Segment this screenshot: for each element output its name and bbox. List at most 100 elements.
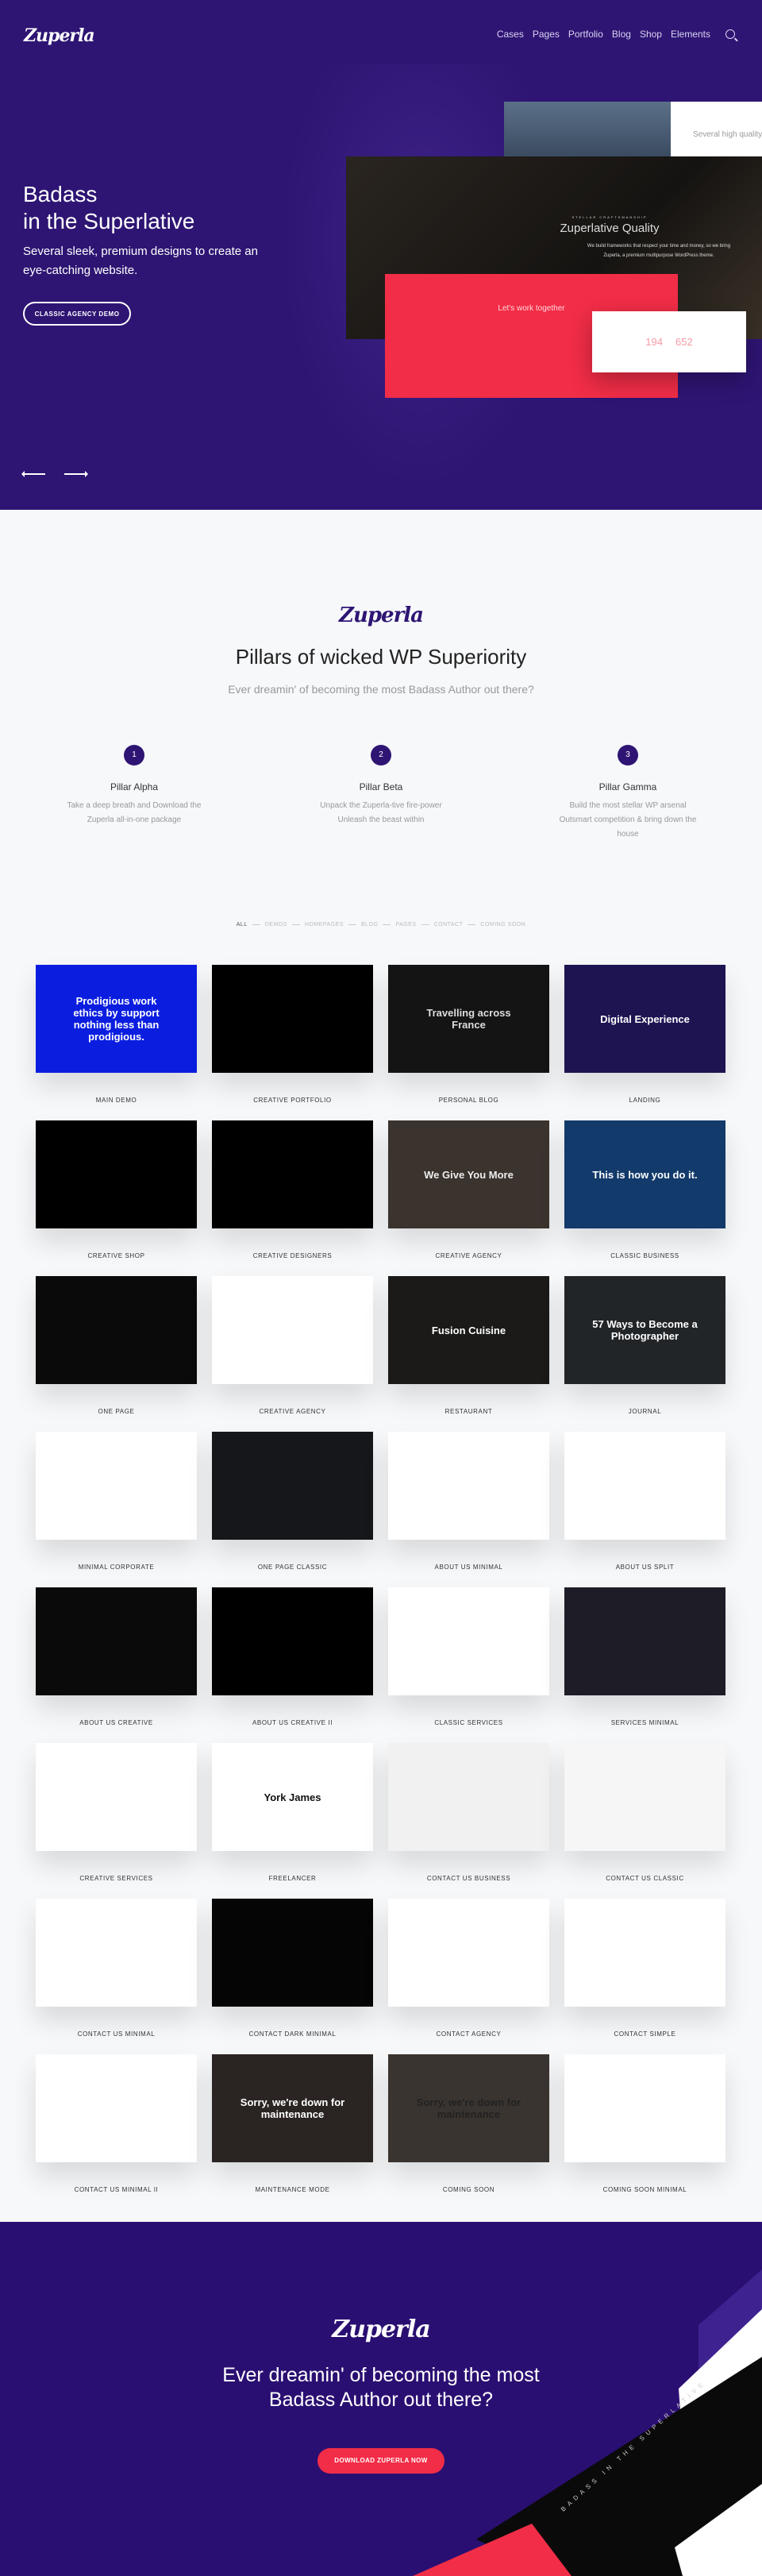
demo-label[interactable]: MAINTENANCE MODE: [212, 2186, 373, 2193]
demo-label[interactable]: ABOUT US MINIMAL: [388, 1564, 549, 1571]
nav-cases[interactable]: Cases: [497, 29, 524, 40]
demo-thumbnail[interactable]: Fusion Cuisine: [388, 1276, 549, 1384]
demo-card[interactable]: SERVICES MINIMAL: [564, 1587, 725, 1726]
classic-agency-demo-button[interactable]: CLASSIC AGENCY DEMO: [23, 302, 131, 326]
logo[interactable]: Zuperla: [24, 25, 95, 46]
filter-coming-soon[interactable]: COMING SOON: [480, 922, 525, 927]
demo-label[interactable]: CLASSIC BUSINESS: [564, 1252, 725, 1259]
demo-label[interactable]: ABOUT US CREATIVE II: [212, 1719, 373, 1726]
demo-card[interactable]: 57 Ways to Become a Photographer JOURNAL: [564, 1276, 725, 1415]
filter-contact[interactable]: CONTACT: [434, 922, 464, 927]
demo-card[interactable]: CREATIVE PORTFOLIO: [212, 965, 373, 1104]
demo-card[interactable]: Sorry, we're down for maintenance COMING …: [388, 2054, 549, 2193]
demo-thumbnail[interactable]: [564, 1899, 725, 2007]
demo-card[interactable]: CREATIVE DESIGNERS: [212, 1120, 373, 1259]
demo-thumbnail[interactable]: [36, 1432, 197, 1540]
demo-label[interactable]: CREATIVE AGENCY: [212, 1408, 373, 1415]
demo-thumbnail[interactable]: [388, 1587, 549, 1695]
demo-label[interactable]: CONTACT AGENCY: [388, 2030, 549, 2038]
demo-label[interactable]: PERSONAL BLOG: [388, 1097, 549, 1104]
demo-card[interactable]: Digital Experience LANDING: [564, 965, 725, 1104]
demo-thumbnail[interactable]: [36, 1743, 197, 1851]
demo-label[interactable]: CREATIVE AGENCY: [388, 1252, 549, 1259]
demo-thumbnail[interactable]: [212, 1432, 373, 1540]
demo-card[interactable]: Prodigious work ethics by support nothin…: [36, 965, 197, 1104]
demo-card[interactable]: CREATIVE SHOP: [36, 1120, 197, 1259]
demo-thumbnail[interactable]: [564, 1587, 725, 1695]
demo-thumbnail[interactable]: [36, 1899, 197, 2007]
demo-card[interactable]: ABOUT US CREATIVE: [36, 1587, 197, 1726]
demo-thumbnail[interactable]: [36, 2054, 197, 2162]
demo-label[interactable]: FREELANCER: [212, 1875, 373, 1882]
demo-label[interactable]: ABOUT US SPLIT: [564, 1564, 725, 1571]
demo-label[interactable]: ABOUT US CREATIVE: [36, 1719, 197, 1726]
demo-card[interactable]: CONTACT SIMPLE: [564, 1899, 725, 2038]
demo-label[interactable]: LANDING: [564, 1097, 725, 1104]
demo-thumbnail[interactable]: [212, 1120, 373, 1228]
demo-thumbnail[interactable]: [388, 1432, 549, 1540]
nav-blog[interactable]: Blog: [612, 29, 631, 40]
nav-pages[interactable]: Pages: [533, 29, 560, 40]
demo-label[interactable]: MAIN DEMO: [36, 1097, 197, 1104]
filter-all[interactable]: ALL: [237, 922, 248, 927]
demo-card[interactable]: CLASSIC SERVICES: [388, 1587, 549, 1726]
demo-thumbnail[interactable]: [564, 1743, 725, 1851]
demo-thumbnail[interactable]: [36, 1587, 197, 1695]
demo-thumbnail[interactable]: Digital Experience: [564, 965, 725, 1073]
nav-elements[interactable]: Elements: [671, 29, 710, 40]
demo-thumbnail[interactable]: [36, 1120, 197, 1228]
filter-homepages[interactable]: HOMEPAGES: [305, 922, 344, 927]
demo-thumbnail[interactable]: Travelling across France: [388, 965, 549, 1073]
demo-card[interactable]: Sorry, we're down for maintenance MAINTEN…: [212, 2054, 373, 2193]
demo-label[interactable]: CONTACT US MINIMAL: [36, 2030, 197, 2038]
demo-label[interactable]: CREATIVE DESIGNERS: [212, 1252, 373, 1259]
demo-card[interactable]: CONTACT US MINIMAL: [36, 1899, 197, 2038]
arrow-right-icon[interactable]: [64, 471, 88, 477]
demo-thumbnail[interactable]: [212, 965, 373, 1073]
demo-card[interactable]: ABOUT US CREATIVE II: [212, 1587, 373, 1726]
demo-card[interactable]: ONE PAGE CLASSIC: [212, 1432, 373, 1571]
demo-label[interactable]: COMING SOON MINIMAL: [564, 2186, 725, 2193]
demo-label[interactable]: COMING SOON: [388, 2186, 549, 2193]
demo-thumbnail[interactable]: [388, 1743, 549, 1851]
demo-thumbnail[interactable]: Sorry, we're down for maintenance: [212, 2054, 373, 2162]
demo-label[interactable]: SERVICES MINIMAL: [564, 1719, 725, 1726]
demo-card[interactable]: MINIMAL CORPORATE: [36, 1432, 197, 1571]
demo-label[interactable]: CREATIVE SHOP: [36, 1252, 197, 1259]
arrow-left-icon[interactable]: [21, 471, 45, 477]
demo-card[interactable]: Fusion Cuisine RESTAURANT: [388, 1276, 549, 1415]
download-button[interactable]: DOWNLOAD ZUPERLA NOW: [318, 2448, 444, 2474]
demo-label[interactable]: CREATIVE SERVICES: [36, 1875, 197, 1882]
demo-label[interactable]: RESTAURANT: [388, 1408, 549, 1415]
demo-card[interactable]: CREATIVE SERVICES: [36, 1743, 197, 1882]
demo-label[interactable]: CONTACT US MINIMAL II: [36, 2186, 197, 2193]
demo-label[interactable]: CONTACT SIMPLE: [564, 2030, 725, 2038]
demo-card[interactable]: This is how you do it. CLASSIC BUSINESS: [564, 1120, 725, 1259]
demo-card[interactable]: COMING SOON MINIMAL: [564, 2054, 725, 2193]
demo-label[interactable]: MINIMAL CORPORATE: [36, 1564, 197, 1571]
demo-label[interactable]: CONTACT US BUSINESS: [388, 1875, 549, 1882]
nav-portfolio[interactable]: Portfolio: [568, 29, 603, 40]
demo-label[interactable]: CONTACT DARK MINIMAL: [212, 2030, 373, 2038]
demo-thumbnail[interactable]: [212, 1587, 373, 1695]
demo-card[interactable]: Travelling across France PERSONAL BLOG: [388, 965, 549, 1104]
demo-card[interactable]: CONTACT US MINIMAL II: [36, 2054, 197, 2193]
demo-card[interactable]: CONTACT AGENCY: [388, 1899, 549, 2038]
demo-card[interactable]: CREATIVE AGENCY: [212, 1276, 373, 1415]
demo-card[interactable]: ONE PAGE: [36, 1276, 197, 1415]
demo-label[interactable]: ONE PAGE: [36, 1408, 197, 1415]
demo-thumbnail[interactable]: Sorry, we're down for maintenance: [388, 2054, 549, 2162]
demo-card[interactable]: CONTACT US CLASSIC: [564, 1743, 725, 1882]
filter-pages[interactable]: PAGES: [395, 922, 416, 927]
demo-label[interactable]: CONTACT US CLASSIC: [564, 1875, 725, 1882]
demo-label[interactable]: CLASSIC SERVICES: [388, 1719, 549, 1726]
demo-thumbnail[interactable]: [36, 1276, 197, 1384]
demo-thumbnail[interactable]: [564, 1432, 725, 1540]
demo-label[interactable]: ONE PAGE CLASSIC: [212, 1564, 373, 1571]
demo-label[interactable]: CREATIVE PORTFOLIO: [212, 1097, 373, 1104]
demo-card[interactable]: ABOUT US SPLIT: [564, 1432, 725, 1571]
demo-thumbnail[interactable]: 57 Ways to Become a Photographer: [564, 1276, 725, 1384]
demo-label[interactable]: JOURNAL: [564, 1408, 725, 1415]
nav-shop[interactable]: Shop: [640, 29, 662, 40]
demo-thumbnail[interactable]: [564, 2054, 725, 2162]
